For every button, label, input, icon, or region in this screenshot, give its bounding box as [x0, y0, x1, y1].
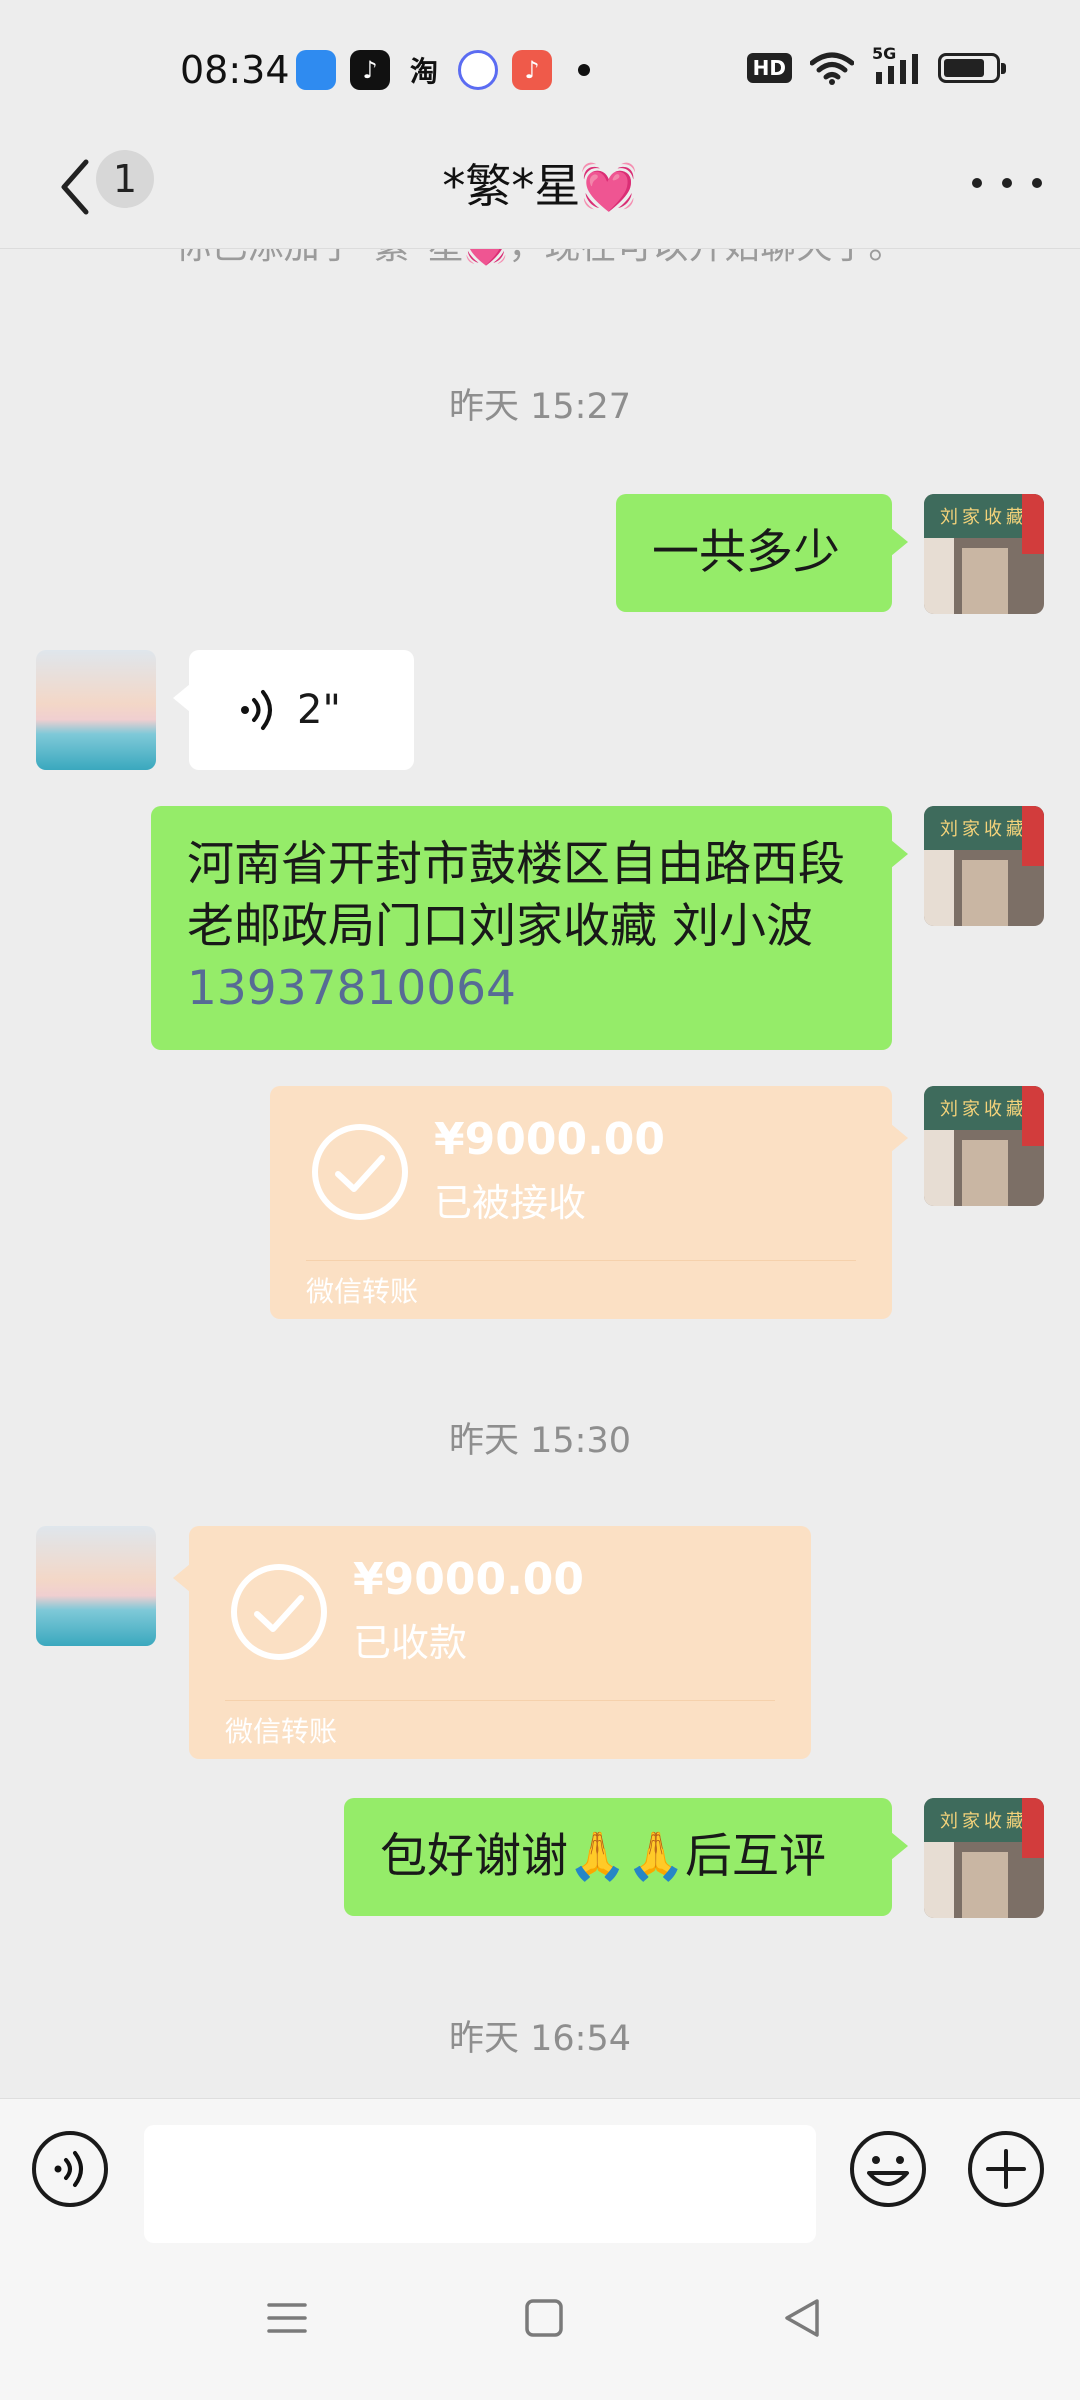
input-bar: [0, 2098, 1080, 2249]
transfer-footer: 微信转账: [225, 1715, 338, 1748]
shop-pillar: [924, 538, 954, 614]
divider: [225, 1700, 775, 1701]
transfer-status: 已被接收: [434, 1181, 587, 1225]
emoji-button[interactable]: [848, 2129, 928, 2209]
my-avatar[interactable]: 刘家收藏: [924, 806, 1044, 926]
timestamp: 昨天 16:54: [449, 2019, 631, 2059]
chat-header: 1 *繁*星💓: [0, 130, 1080, 249]
music-app-icon: ♪: [512, 50, 552, 90]
message-text: 一共多少: [652, 525, 840, 580]
status-indicators: HD 5G: [746, 44, 1006, 86]
battery-icon: [938, 53, 1006, 83]
pray-emoji-icon: 🙏🙏: [568, 1829, 686, 1884]
transfer-status: 已收款: [353, 1621, 468, 1665]
voice-input-button[interactable]: [32, 2131, 108, 2207]
shop-pillar: [924, 850, 954, 926]
contact-avatar[interactable]: [36, 1526, 156, 1646]
transfer-amount: ¥9000.00: [434, 1114, 666, 1165]
divider: [306, 1260, 856, 1261]
shop-door: [962, 1852, 1008, 1918]
menu-icon[interactable]: [257, 2288, 317, 2348]
shop-door: [962, 860, 1008, 926]
message-input[interactable]: [144, 2125, 816, 2243]
my-avatar[interactable]: 刘家收藏: [924, 1086, 1044, 1206]
voice-duration: 2": [297, 687, 341, 733]
timestamp: 昨天 15:27: [449, 387, 631, 427]
hd-badge: HD: [746, 53, 792, 83]
dot-icon: [1032, 178, 1042, 188]
voice-message[interactable]: 2": [173, 650, 414, 770]
shop-banner: [1022, 1086, 1044, 1146]
voice-wave-icon: [241, 690, 272, 730]
check-circle-icon: [231, 1564, 327, 1660]
transfer-footer: 微信转账: [306, 1275, 419, 1308]
more-options-button[interactable]: [972, 158, 1042, 208]
my-avatar[interactable]: 刘家收藏: [924, 494, 1044, 614]
transfer-card-received[interactable]: ¥9000.00 已收款 微信转账: [173, 1526, 811, 1759]
dot-icon: [972, 178, 982, 188]
message-text: 河南省开封市鼓楼区自由路西段老邮政局门口刘家收藏 刘小波: [187, 837, 845, 954]
my-avatar[interactable]: 刘家收藏: [924, 1798, 1044, 1918]
shop-pillar: [924, 1842, 954, 1918]
heart-icon: 💓: [580, 159, 638, 213]
transfer-amount: ¥9000.00: [353, 1554, 585, 1605]
shop-pillar: [924, 1130, 954, 1206]
shop-door: [962, 548, 1008, 614]
contact-avatar[interactable]: [36, 650, 156, 770]
taobao-icon: 淘: [409, 55, 438, 88]
battery-level: [944, 59, 984, 77]
back-triangle-icon[interactable]: [773, 2288, 833, 2348]
message-text: 后互评: [685, 1829, 827, 1884]
chat-message-list[interactable]: 你已添加了*繁*星💓，现在可以开始聊天了。 昨天 15:27 一共多少 刘家收藏…: [0, 249, 1080, 2097]
phone-number-link[interactable]: 13937810064: [187, 961, 516, 1016]
shop-door: [962, 1140, 1008, 1206]
shop-banner: [1022, 806, 1044, 866]
more-functions-button[interactable]: [966, 2129, 1046, 2209]
message-text: 包好谢谢: [380, 1829, 568, 1884]
camera-app-icon: [458, 50, 498, 90]
system-note: 你已添加了*繁*星💓，现在可以开始聊天了。: [0, 249, 1080, 269]
chat-title[interactable]: *繁*星💓: [0, 150, 1080, 216]
status-bar: 08:34 ♪ 淘 ♪ HD 5G: [0, 0, 1080, 130]
dot-icon: [1002, 178, 1012, 188]
shop-banner: [1022, 1798, 1044, 1858]
transfer-card-sent[interactable]: ¥9000.00 已被接收 微信转账: [270, 1086, 908, 1319]
tiktok-icon: ♪: [350, 50, 390, 90]
voice-wave-icon: [54, 2151, 83, 2187]
outgoing-message[interactable]: 包好谢谢🙏🙏后互评: [344, 1798, 908, 1916]
home-icon[interactable]: [514, 2288, 574, 2348]
check-circle-icon: [312, 1124, 408, 1220]
status-time: 08:34: [180, 48, 290, 92]
outgoing-message[interactable]: 一共多少: [616, 494, 908, 612]
status-app-icons: ♪ 淘 ♪: [296, 50, 590, 90]
blue-app-icon: [296, 50, 336, 90]
cellular-signal-icon: 5G: [872, 44, 920, 86]
notification-dot-icon: [578, 64, 590, 76]
shop-banner: [1022, 494, 1044, 554]
outgoing-message[interactable]: 河南省开封市鼓楼区自由路西段老邮政局门口刘家收藏 刘小波 13937810064: [151, 806, 908, 1050]
wifi-icon: [810, 52, 854, 85]
system-navigation-bar: [0, 2248, 1080, 2400]
chat-title-text: *繁*星: [442, 159, 581, 213]
timestamp: 昨天 15:30: [449, 1421, 631, 1461]
